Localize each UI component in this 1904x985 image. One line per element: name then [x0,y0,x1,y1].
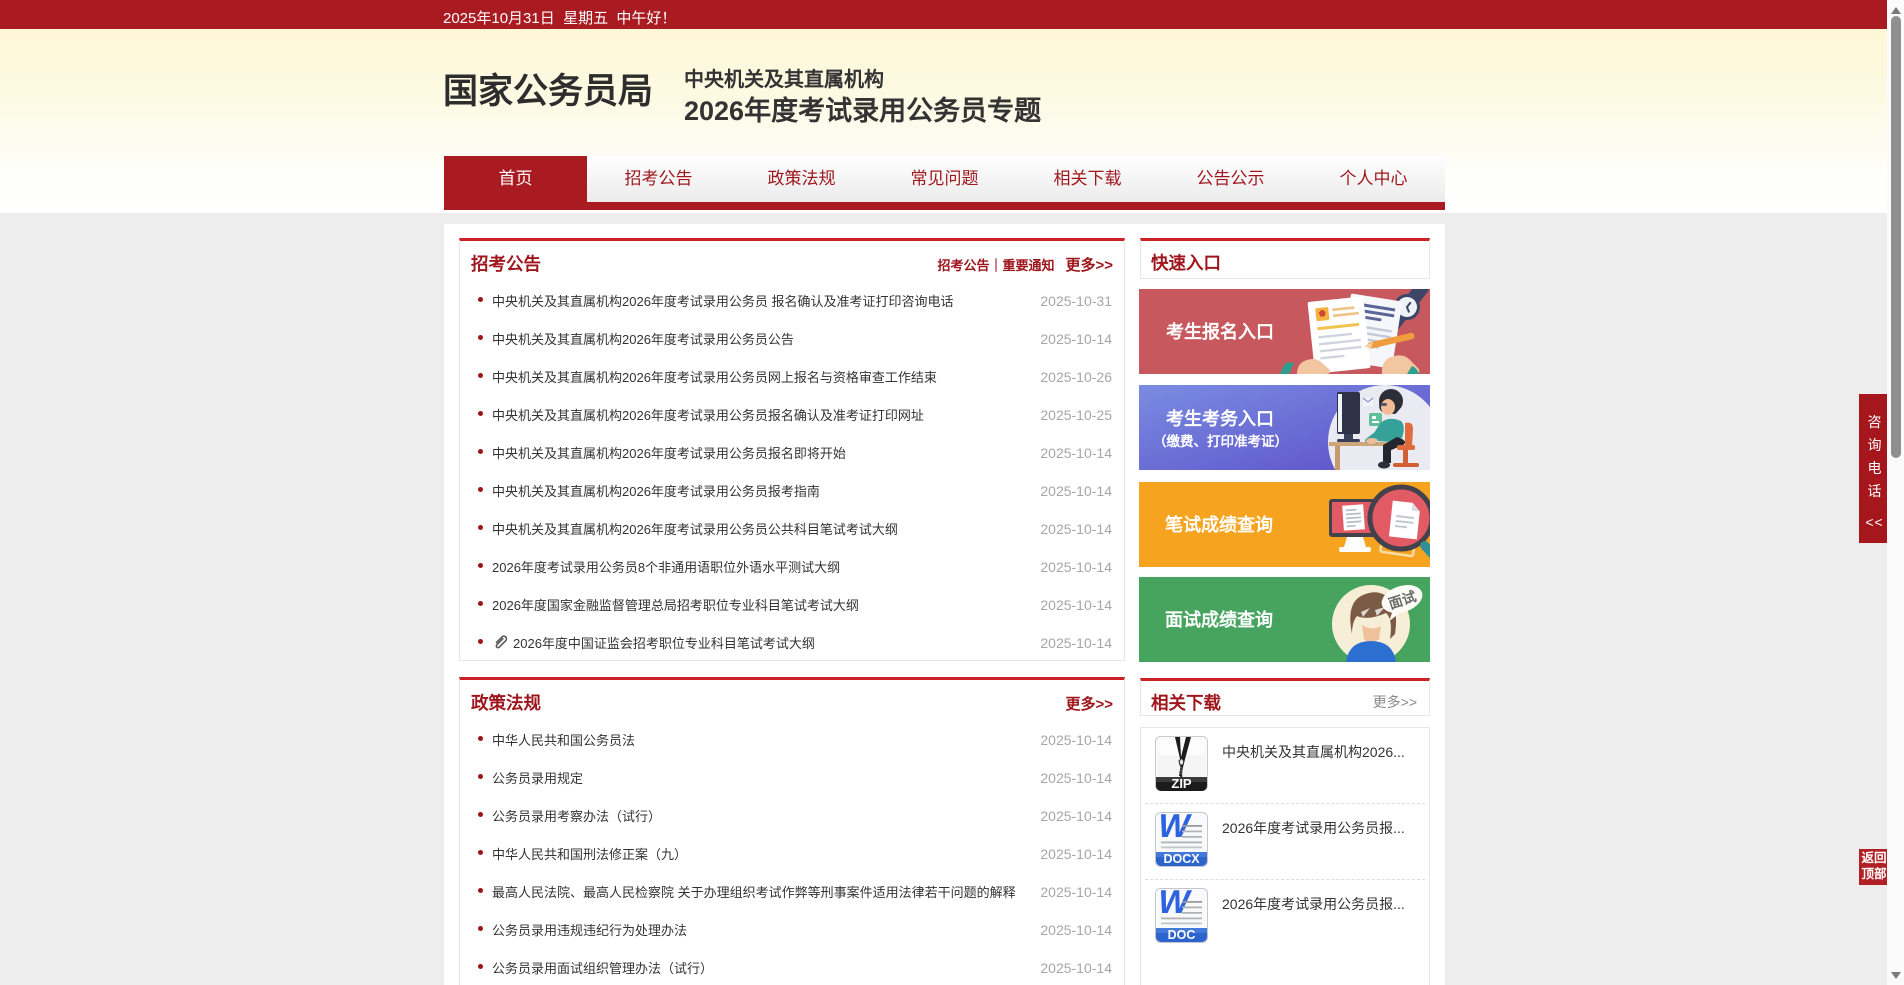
svg-text:考生考务入口: 考生考务入口 [1166,408,1274,429]
svg-text:（缴费、打印准考证）: （缴费、打印准考证） [1153,433,1288,449]
svg-text:DOCX: DOCX [1163,852,1200,866]
svg-text:ZIP: ZIP [1171,776,1192,791]
svg-text:考生报名入口: 考生报名入口 [1166,321,1274,342]
svg-text:笔试成绩查询: 笔试成绩查询 [1165,514,1273,535]
svg-text:面试成绩查询: 面试成绩查询 [1165,609,1273,630]
svg-text:DOC: DOC [1168,928,1196,942]
